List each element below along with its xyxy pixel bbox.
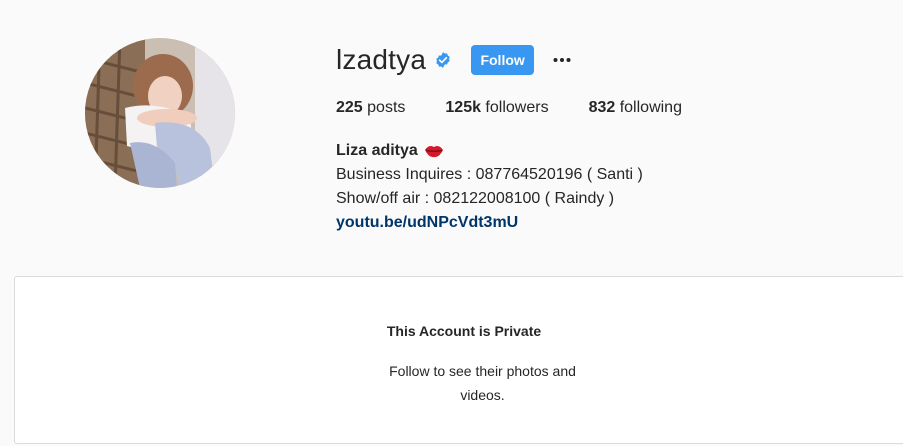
- profile-bio: Liza aditya Business Inquires : 08776452…: [336, 139, 643, 235]
- bio-name-row: Liza aditya: [336, 139, 643, 163]
- followers-count: 125k: [445, 99, 481, 116]
- private-subtitle: Follow to see their photos and videos.: [389, 363, 576, 403]
- more-options-icon[interactable]: [550, 48, 574, 72]
- profile-avatar[interactable]: [85, 38, 235, 188]
- following-stat[interactable]: 832 following: [589, 99, 682, 117]
- following-count: 832: [588, 99, 616, 116]
- posts-stat: 225 posts: [336, 99, 405, 117]
- bio-line-show: Show/off air : 082122008100 ( Raindy ): [336, 190, 615, 207]
- verified-badge-icon: [434, 51, 452, 69]
- posts-label: posts: [362, 99, 406, 116]
- lips-emoji-icon: [424, 143, 444, 159]
- bio-line-business: Business Inquires : 087764520196 ( Santi…: [336, 166, 643, 183]
- profile-stats: 225 posts 125k followers 832 following: [336, 99, 722, 117]
- private-account-notice: This Account is Private Follow to see th…: [14, 276, 903, 444]
- follow-button[interactable]: Follow: [471, 45, 535, 75]
- private-title: This Account is Private: [386, 323, 542, 339]
- profile-header: lzadtya Follow 225 posts 125k followers …: [0, 0, 903, 260]
- username-row: lzadtya Follow: [336, 40, 574, 80]
- followers-stat[interactable]: 125k followers: [445, 99, 548, 117]
- bio-link[interactable]: youtu.be/udNPcVdt3mU: [336, 211, 643, 235]
- avatar-photo: [85, 38, 235, 188]
- full-name: Liza aditya: [336, 142, 418, 159]
- followers-label: followers: [480, 99, 549, 116]
- following-label: following: [615, 99, 682, 116]
- username: lzadtya: [336, 44, 427, 75]
- posts-count: 225: [336, 99, 363, 116]
